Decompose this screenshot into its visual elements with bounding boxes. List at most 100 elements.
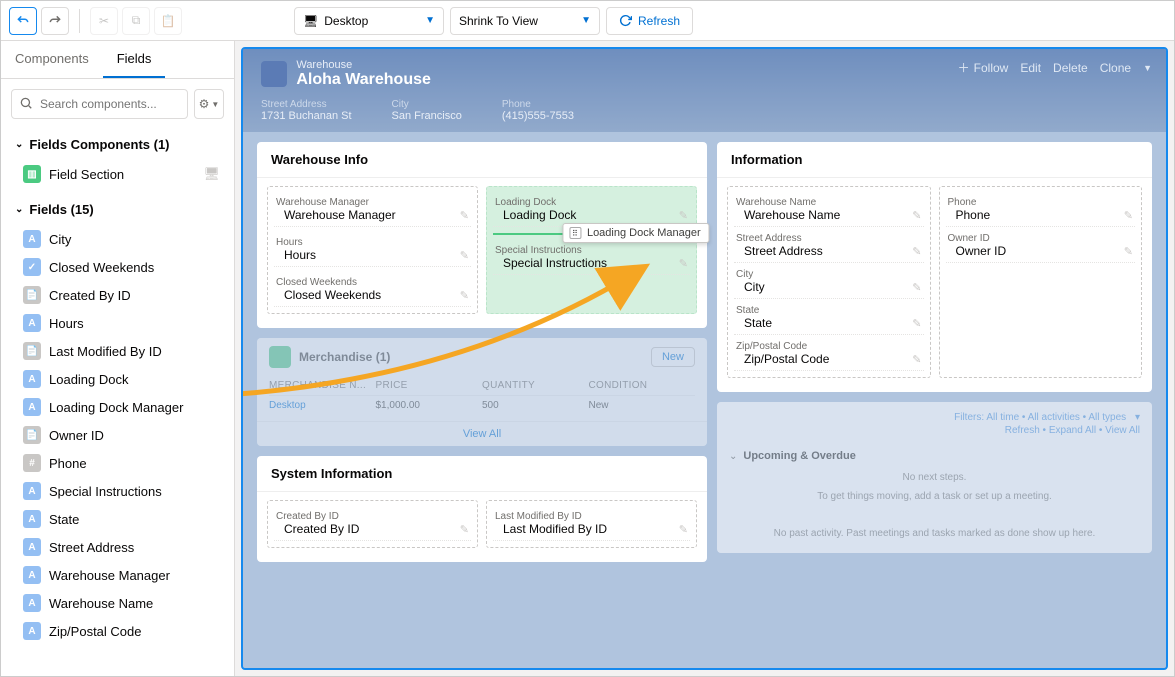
left-panel: Components Fields ⚙ ▼ ⌄ Fields Component…	[1, 41, 235, 676]
refresh-button[interactable]: Refresh	[606, 7, 693, 35]
card-title: Warehouse Info	[257, 142, 707, 178]
field-item-loading-dock[interactable]: A Loading Dock	[1, 365, 234, 393]
field-column-right[interactable]: Last Modified By ID Last Modified By ID …	[486, 500, 697, 548]
settings-button[interactable]: ⚙ ▼	[194, 89, 224, 119]
field-item[interactable]: Loading DockLoading Dock✎	[493, 193, 690, 227]
follow-button[interactable]: ＋Follow	[958, 59, 1009, 76]
system-info-card[interactable]: System Information Created By ID Created…	[257, 456, 707, 562]
top-toolbar: ✂ ⧉ 📋 🖥 Desktop ▼ Shrink To View ▼ Refre…	[1, 1, 1174, 41]
field-item[interactable]: Owner IDOwner ID✎	[946, 229, 1136, 263]
grip-icon: ⠿	[569, 227, 581, 239]
field-item-owner-id[interactable]: 📄Owner ID	[1, 421, 234, 449]
field-label: State	[49, 512, 79, 527]
chevron-down-icon: ▼	[425, 15, 435, 26]
preview-area: Warehouse Aloha Warehouse ＋Follow Edit D…	[235, 41, 1174, 676]
paste-button[interactable]: 📋	[154, 7, 182, 35]
information-card[interactable]: Information Warehouse NameWarehouse Name…	[717, 142, 1152, 392]
chevron-down-icon: ⌄	[15, 204, 23, 215]
field-column-right[interactable]: Loading DockLoading Dock✎ ⠿Loading Dock M…	[486, 186, 697, 314]
field-item-loading-dock-manager[interactable]: ALoading Dock Manager	[1, 393, 234, 421]
search-input[interactable]	[11, 89, 188, 119]
field-label: Zip/Postal Code	[49, 624, 142, 639]
field-item[interactable]: Created By ID Created By ID ✎	[274, 507, 471, 541]
field-item-hours[interactable]: AHours	[1, 309, 234, 337]
tab-components[interactable]: Components	[1, 41, 103, 78]
field-label: Loading Dock Manager	[49, 400, 183, 415]
search-components[interactable]	[11, 89, 188, 119]
field-item-last-modified-by-id[interactable]: 📄Last Modified By ID	[1, 337, 234, 365]
plus-icon: ＋	[958, 59, 970, 76]
field-item-city[interactable]: ACity	[1, 225, 234, 253]
field-column-left[interactable]: Warehouse NameWarehouse Name✎Street Addr…	[727, 186, 931, 378]
field-item[interactable]: Street AddressStreet Address✎	[734, 229, 924, 263]
field-label: Special Instructions	[49, 484, 162, 499]
field-label: City	[49, 232, 71, 247]
more-actions-button[interactable]: ▼	[1143, 63, 1152, 73]
field-column-right[interactable]: PhonePhone✎Owner IDOwner ID✎	[939, 186, 1143, 378]
field-type-icon: A	[23, 538, 41, 556]
field-type-icon: A	[23, 370, 41, 388]
field-item[interactable]: Zip/Postal CodeZip/Postal Code✎	[734, 337, 924, 371]
view-mode-select[interactable]: Shrink To View ▼	[450, 7, 600, 35]
record-header: Warehouse Aloha Warehouse ＋Follow Edit D…	[243, 49, 1166, 132]
warehouse-info-card[interactable]: Warehouse Info Warehouse ManagerWarehous…	[257, 142, 707, 328]
field-item[interactable]: HoursHours✎	[274, 233, 471, 267]
merchandise-card[interactable]: Merchandise (1) New MERCHANDISE N... PRI…	[257, 338, 707, 446]
edit-icon: ✎	[679, 209, 688, 222]
field-item-closed-weekends[interactable]: ✓Closed Weekends	[1, 253, 234, 281]
header-field-label: Street Address	[261, 99, 352, 110]
fields-components-heading[interactable]: ⌄ Fields Components (1)	[1, 129, 234, 160]
edit-button[interactable]: Edit	[1020, 61, 1041, 75]
field-item[interactable]: PhonePhone✎	[946, 193, 1136, 227]
edit-icon: ✎	[460, 523, 469, 536]
field-item-special-instructions[interactable]: A Special Instructions	[1, 477, 234, 505]
separator	[79, 9, 80, 33]
cut-button[interactable]: ✂	[90, 7, 118, 35]
field-item[interactable]: Last Modified By ID Last Modified By ID …	[493, 507, 690, 541]
field-column-left[interactable]: Created By ID Created By ID ✎	[267, 500, 478, 548]
field-type-icon: ✓	[23, 258, 41, 276]
field-item-state[interactable]: A State	[1, 505, 234, 533]
tab-fields[interactable]: Fields	[103, 41, 166, 78]
field-label: Created By ID	[49, 288, 131, 303]
object-label: Warehouse	[296, 59, 431, 71]
field-item-warehouse-manager[interactable]: AWarehouse Manager	[1, 561, 234, 589]
field-item-created-by-id[interactable]: 📄Created By ID	[1, 281, 234, 309]
copy-button[interactable]: ⧉	[122, 7, 150, 35]
drop-indicator: ⠿Loading Dock Manager	[493, 233, 690, 235]
edit-icon: ✎	[679, 257, 688, 270]
edit-icon: ✎	[912, 317, 921, 330]
field-item-phone[interactable]: #Phone	[1, 449, 234, 477]
device-select[interactable]: 🖥 Desktop ▼	[294, 7, 444, 35]
field-item[interactable]: Warehouse NameWarehouse Name✎	[734, 193, 924, 227]
field-section-icon: ▥	[23, 165, 41, 183]
undo-button[interactable]	[9, 7, 37, 35]
fields-heading[interactable]: ⌄ Fields (15)	[1, 194, 234, 225]
field-item-zip-postal-code[interactable]: A Zip/Postal Code	[1, 617, 234, 645]
drag-chip[interactable]: ⠿Loading Dock Manager	[562, 223, 710, 243]
chevron-down-icon: ▼	[211, 100, 219, 109]
header-field-label: City	[392, 99, 462, 110]
record-title: Aloha Warehouse	[296, 71, 431, 89]
redo-button[interactable]	[41, 7, 69, 35]
field-column-left[interactable]: Warehouse ManagerWarehouse Manager✎ Hours…	[267, 186, 478, 314]
field-section-item[interactable]: ▥ Field Section 🖥	[1, 160, 234, 188]
field-type-icon: A	[23, 622, 41, 640]
activity-card[interactable]: Filters: All time • All activities • All…	[717, 402, 1152, 553]
refresh-icon	[619, 14, 632, 27]
field-item-warehouse-name[interactable]: AWarehouse Name	[1, 589, 234, 617]
field-label: Loading Dock	[49, 372, 129, 387]
field-item[interactable]: CityCity✎	[734, 265, 924, 299]
edit-icon: ✎	[460, 209, 469, 222]
field-label: Warehouse Name	[49, 596, 153, 611]
field-item-street-address[interactable]: AStreet Address	[1, 533, 234, 561]
field-item[interactable]: Warehouse ManagerWarehouse Manager✎	[274, 193, 471, 227]
field-type-icon: A	[23, 482, 41, 500]
field-item[interactable]: StateState✎	[734, 301, 924, 335]
field-type-icon: A	[23, 510, 41, 528]
field-item[interactable]: Closed WeekendsClosed Weekends✎	[274, 273, 471, 307]
delete-button[interactable]: Delete	[1053, 61, 1088, 75]
clone-button[interactable]: Clone	[1100, 61, 1131, 75]
field-item[interactable]: Special InstructionsSpecial Instructions…	[493, 241, 690, 275]
field-label: Owner ID	[49, 428, 104, 443]
